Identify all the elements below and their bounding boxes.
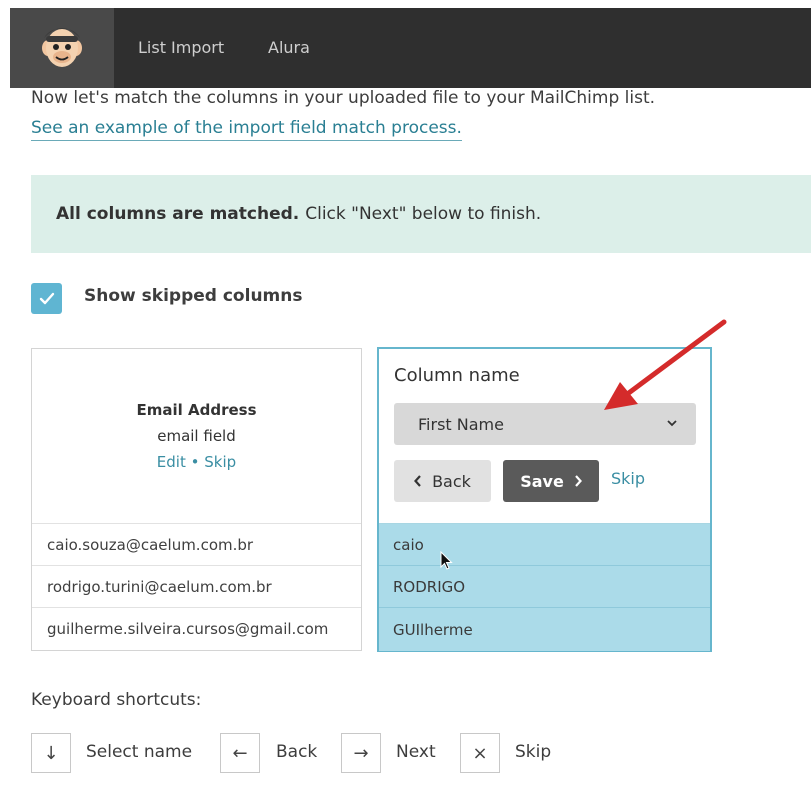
top-navigation-bar: List Import Alura <box>10 8 811 88</box>
table-row: caio.souza@caelum.com.br <box>32 524 361 566</box>
skip-link-target[interactable]: Skip <box>611 469 645 488</box>
save-button[interactable]: Save <box>503 460 599 502</box>
match-status-banner: All columns are matched. Click "Next" be… <box>31 175 811 253</box>
source-column-header: Email Address email field Edit • Skip <box>32 349 361 524</box>
table-row: rodrigo.turini@caelum.com.br <box>32 566 361 608</box>
chevron-down-icon <box>667 420 677 427</box>
selected-column-value: First Name <box>418 414 504 434</box>
arrow-left-icon: ← <box>232 742 248 764</box>
key-x: × <box>460 733 500 773</box>
annotation-arrow-icon <box>604 319 727 410</box>
back-button-label: Back <box>432 471 471 491</box>
column-name-label: Column name <box>394 365 520 386</box>
mailchimp-freddie-icon <box>42 28 82 67</box>
nav-list-import[interactable]: List Import <box>138 38 224 57</box>
shortcut-label: Select name <box>86 742 193 762</box>
back-button[interactable]: Back <box>394 460 491 502</box>
chevron-right-icon <box>574 475 582 487</box>
source-column-subtitle: email field <box>157 427 236 445</box>
intro-text: Now let's match the columns in your uplo… <box>31 88 656 108</box>
source-column-card: Email Address email field Edit • Skip ca… <box>31 348 362 651</box>
separator: • <box>190 453 200 471</box>
shortcut-label: Back <box>276 742 318 762</box>
table-row: caio <box>379 524 710 566</box>
nav-alura[interactable]: Alura <box>268 38 310 57</box>
banner-bold-text: All columns are matched. <box>56 204 300 224</box>
edit-link[interactable]: Edit <box>157 453 186 471</box>
table-row: GUIlherme <box>379 608 710 651</box>
key-right-arrow: → <box>341 733 381 773</box>
save-button-label: Save <box>520 471 564 491</box>
arrow-right-icon: → <box>353 742 369 764</box>
show-skipped-label: Show skipped columns <box>84 286 303 306</box>
mouse-cursor-icon <box>440 551 453 570</box>
shortcut-label: Next <box>396 742 436 762</box>
banner-text: Click "Next" below to finish. <box>305 204 542 224</box>
arrow-down-icon: ↓ <box>43 742 59 764</box>
keyboard-shortcuts-title: Keyboard shortcuts: <box>31 690 202 710</box>
key-left-arrow: ← <box>220 733 260 773</box>
shortcut-label: Skip <box>515 742 552 762</box>
example-link[interactable]: See an example of the import field match… <box>31 118 462 141</box>
skip-link-source[interactable]: Skip <box>204 453 236 471</box>
checkmark-icon <box>39 292 54 304</box>
source-column-actions: Edit • Skip <box>157 449 236 475</box>
source-column-title: Email Address <box>136 401 257 419</box>
key-down-arrow: ↓ <box>31 733 71 773</box>
close-icon: × <box>472 742 488 764</box>
chevron-left-icon <box>414 475 421 487</box>
table-row: guilherme.silveira.cursos@gmail.com <box>47 620 329 638</box>
table-row: RODRIGO <box>379 566 710 608</box>
mailchimp-logo[interactable] <box>10 8 114 88</box>
show-skipped-checkbox[interactable] <box>31 283 62 314</box>
